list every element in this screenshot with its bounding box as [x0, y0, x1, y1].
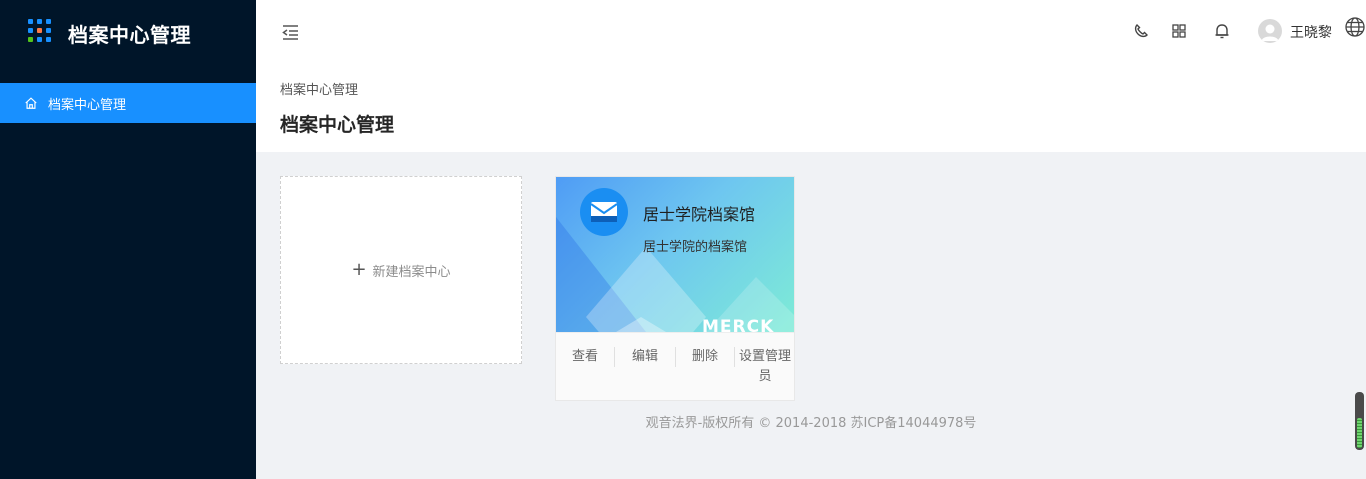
archive-card-cover[interactable]: 居士学院档案馆 居士学院的档案馆 MERCK	[556, 177, 794, 332]
envelope-icon	[590, 202, 618, 222]
edit-button[interactable]: 编辑	[615, 347, 675, 367]
user-silhouette-icon	[1261, 24, 1279, 41]
archive-card: 居士学院档案馆 居士学院的档案馆 MERCK 查看 编辑 删除 设置管理员	[555, 176, 795, 401]
user-name[interactable]: 王晓黎	[1290, 22, 1332, 42]
sidebar: 档案中心管理 档案中心管理	[0, 0, 256, 479]
home-icon	[25, 97, 37, 109]
archive-description: 居士学院的档案馆	[643, 240, 748, 255]
brand-title: 档案中心管理	[68, 23, 191, 47]
archive-name: 居士学院档案馆	[643, 205, 756, 224]
archive-avatar	[580, 188, 628, 236]
archive-card-actions: 查看 编辑 删除 设置管理员	[556, 332, 794, 400]
apps-grid-icon[interactable]	[1170, 22, 1188, 40]
page-header: 档案中心管理 档案中心管理	[256, 64, 1366, 152]
breadcrumb[interactable]: 档案中心管理	[280, 79, 358, 98]
brand-watermark: MERCK	[702, 317, 774, 332]
sidebar-item-label: 档案中心管理	[48, 97, 127, 113]
watermark-text: MERCK	[702, 317, 774, 332]
plus-icon: +	[351, 259, 367, 280]
globe-icon[interactable]	[1344, 16, 1366, 38]
bell-icon[interactable]	[1213, 22, 1231, 40]
grid-logo-icon	[28, 19, 52, 43]
top-header: 王晓黎	[256, 0, 1366, 64]
delete-button[interactable]: 删除	[676, 347, 734, 367]
view-button[interactable]: 查看	[556, 347, 614, 367]
footer-copyright: 观音法界-版权所有 © 2014-2018 苏ICP备14044978号	[645, 416, 977, 431]
set-admin-button[interactable]: 设置管理员	[736, 347, 794, 387]
avatar[interactable]	[1258, 19, 1282, 43]
page-title: 档案中心管理	[280, 114, 395, 136]
scroll-indicator[interactable]	[1355, 392, 1364, 450]
brand: 档案中心管理	[0, 0, 256, 64]
new-archive-center-label: 新建档案中心	[372, 264, 451, 280]
phone-icon[interactable]	[1132, 22, 1150, 40]
new-archive-center-card[interactable]: + 新建档案中心	[280, 176, 522, 364]
menu-fold-icon[interactable]	[280, 22, 300, 42]
sidebar-item-archive-center[interactable]: 档案中心管理	[0, 83, 256, 123]
